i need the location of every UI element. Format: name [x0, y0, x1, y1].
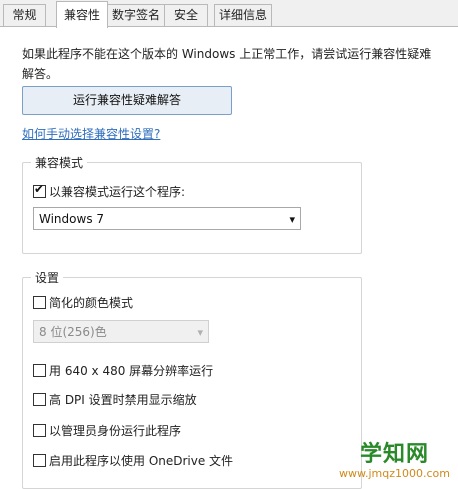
run-troubleshooter-button[interactable]: 运行兼容性疑难解答	[22, 86, 232, 115]
checkmark-icon: ✔	[34, 182, 45, 196]
reduced-color-label: 简化的颜色模式	[49, 296, 134, 310]
tab-strip: 常规 兼容性 数字签名 安全 详细信息	[0, 0, 458, 28]
os-version-value: Windows 7	[39, 212, 105, 226]
watermark-url: www.jmqz1000.com	[339, 467, 450, 480]
resolution-label: 用 640 x 480 屏幕分辨率运行	[49, 364, 214, 378]
site-watermark: 学知网 www.jmqz1000.com	[339, 442, 450, 480]
chevron-down-icon: ▾	[197, 326, 203, 339]
settings-legend: 设置	[31, 269, 64, 286]
onedrive-row[interactable]: 启用此程序以使用 OneDrive 文件	[33, 453, 233, 469]
dpi-label: 高 DPI 设置时禁用显示缩放	[49, 393, 197, 407]
chevron-down-icon: ▾	[289, 213, 295, 226]
tab-compatibility[interactable]: 兼容性	[56, 1, 108, 28]
os-version-select[interactable]: Windows 7 ▾	[33, 207, 301, 230]
admin-row[interactable]: 以管理员身份运行此程序	[33, 423, 181, 439]
tab-general[interactable]: 常规	[3, 4, 46, 26]
onedrive-label: 启用此程序以使用 OneDrive 文件	[49, 454, 234, 468]
dpi-row[interactable]: 高 DPI 设置时禁用显示缩放	[33, 392, 197, 408]
tab-security[interactable]: 安全	[164, 4, 208, 26]
compat-mode-checkbox[interactable]: ✔	[33, 182, 46, 198]
compat-mode-legend: 兼容模式	[31, 154, 88, 171]
dpi-checkbox[interactable]	[33, 393, 46, 406]
reduced-color-row[interactable]: 简化的颜色模式	[33, 295, 133, 311]
watermark-title: 学知网	[359, 442, 429, 467]
admin-label: 以管理员身份运行此程序	[49, 424, 182, 438]
tab-details[interactable]: 详细信息	[214, 4, 272, 26]
color-depth-select: 8 位(256)色 ▾	[33, 320, 209, 343]
resolution-row[interactable]: 用 640 x 480 屏幕分辨率运行	[33, 363, 213, 379]
color-depth-value: 8 位(256)色	[39, 325, 107, 339]
reduced-color-checkbox[interactable]	[33, 296, 46, 309]
compat-mode-checkbox-row[interactable]: ✔ 以兼容模式运行这个程序:	[33, 182, 186, 200]
admin-checkbox[interactable]	[33, 424, 46, 437]
intro-text: 如果此程序不能在这个版本的 Windows 上正常工作，请尝试运行兼容性疑难解答…	[22, 47, 432, 81]
onedrive-checkbox[interactable]	[33, 454, 46, 467]
tab-digital-signatures[interactable]: 数字签名	[107, 4, 165, 26]
manual-settings-link[interactable]: 如何手动选择兼容性设置?	[22, 125, 160, 142]
resolution-checkbox[interactable]	[33, 364, 46, 377]
compat-mode-checkbox-label: 以兼容模式运行这个程序:	[49, 185, 186, 199]
compatibility-panel: 如果此程序不能在这个版本的 Windows 上正常工作，请尝试运行兼容性疑难解答…	[0, 27, 458, 489]
